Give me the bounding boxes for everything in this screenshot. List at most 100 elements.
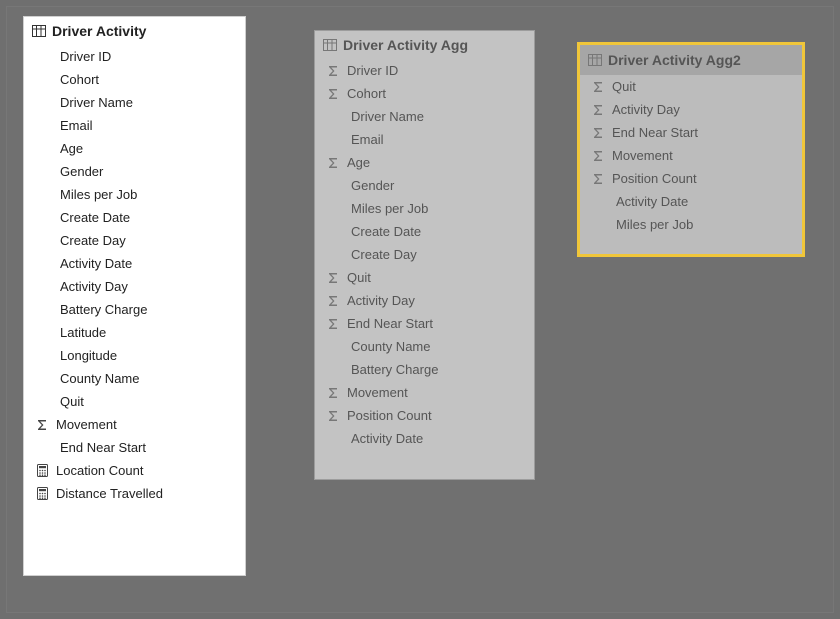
field-row[interactable]: Cohort: [24, 68, 245, 91]
field-row[interactable]: Latitude: [24, 321, 245, 344]
field-row[interactable]: Driver ID: [24, 45, 245, 68]
field-row[interactable]: Driver Name: [24, 91, 245, 114]
field-row[interactable]: Activity Day: [580, 98, 802, 121]
field-label: Quit: [343, 270, 371, 285]
field-label: Create Date: [343, 224, 421, 239]
field-label: Driver Name: [52, 95, 133, 110]
sigma-icon: [323, 272, 343, 284]
field-label: Activity Day: [343, 293, 415, 308]
field-row[interactable]: Movement: [315, 381, 534, 404]
field-row[interactable]: Movement: [24, 413, 245, 436]
field-label: Battery Charge: [343, 362, 438, 377]
field-row[interactable]: Location Count: [24, 459, 245, 482]
field-label: County Name: [52, 371, 139, 386]
field-row[interactable]: Position Count: [315, 404, 534, 427]
field-label: Quit: [608, 79, 636, 94]
field-row[interactable]: End Near Start: [580, 121, 802, 144]
field-row[interactable]: Battery Charge: [24, 298, 245, 321]
field-label: Activity Date: [343, 431, 423, 446]
table-header[interactable]: Driver Activity Agg: [315, 31, 534, 59]
field-row[interactable]: Email: [315, 128, 534, 151]
field-label: Quit: [52, 394, 84, 409]
field-label: Driver ID: [343, 63, 398, 78]
table-icon: [32, 25, 46, 37]
sigma-icon: [323, 410, 343, 422]
field-row[interactable]: Age: [24, 137, 245, 160]
field-row[interactable]: County Name: [24, 367, 245, 390]
field-row[interactable]: Movement: [580, 144, 802, 167]
table-title: Driver Activity Agg: [343, 37, 468, 53]
field-label: Position Count: [608, 171, 697, 186]
sigma-icon: [32, 419, 52, 431]
field-row[interactable]: Miles per Job: [315, 197, 534, 220]
sigma-icon: [588, 150, 608, 162]
field-label: Create Day: [52, 233, 126, 248]
sigma-icon: [588, 104, 608, 116]
field-row[interactable]: Age: [315, 151, 534, 174]
field-label: Miles per Job: [52, 187, 137, 202]
table-title: Driver Activity: [52, 23, 146, 39]
field-row[interactable]: Quit: [580, 75, 802, 98]
field-label: County Name: [343, 339, 430, 354]
field-label: Movement: [343, 385, 408, 400]
calculator-icon: [32, 464, 52, 477]
field-row[interactable]: Cohort: [315, 82, 534, 105]
field-label: Driver ID: [52, 49, 111, 64]
table-card[interactable]: Driver Activity Agg Driver ID Cohort Driv…: [314, 30, 535, 480]
table-icon: [323, 39, 337, 51]
field-row[interactable]: Gender: [315, 174, 534, 197]
sigma-icon: [323, 88, 343, 100]
field-row[interactable]: Position Count: [580, 167, 802, 190]
field-row[interactable]: Create Day: [315, 243, 534, 266]
field-row[interactable]: End Near Start: [24, 436, 245, 459]
table-card[interactable]: Driver Activity Agg2 Quit Activity Day E…: [577, 42, 805, 257]
field-row[interactable]: Activity Day: [315, 289, 534, 312]
field-row[interactable]: Longitude: [24, 344, 245, 367]
field-label: Miles per Job: [608, 217, 693, 232]
field-label: Age: [52, 141, 83, 156]
field-row[interactable]: Gender: [24, 160, 245, 183]
field-row[interactable]: Miles per Job: [24, 183, 245, 206]
field-row[interactable]: Activity Day: [24, 275, 245, 298]
field-row[interactable]: Activity Date: [24, 252, 245, 275]
field-label: Location Count: [52, 463, 143, 478]
field-label: Activity Day: [52, 279, 128, 294]
field-row[interactable]: End Near Start: [315, 312, 534, 335]
field-row[interactable]: Driver Name: [315, 105, 534, 128]
field-row[interactable]: Activity Date: [315, 427, 534, 450]
field-row[interactable]: Distance Travelled: [24, 482, 245, 505]
field-row[interactable]: Battery Charge: [315, 358, 534, 381]
field-label: Age: [343, 155, 370, 170]
field-label: End Near Start: [608, 125, 698, 140]
table-header[interactable]: Driver Activity Agg2: [580, 45, 802, 75]
field-label: Activity Day: [608, 102, 680, 117]
field-label: Miles per Job: [343, 201, 428, 216]
field-label: Gender: [343, 178, 394, 193]
field-row[interactable]: Quit: [24, 390, 245, 413]
field-label: Position Count: [343, 408, 432, 423]
field-label: Create Date: [52, 210, 130, 225]
table-header[interactable]: Driver Activity: [24, 17, 245, 45]
field-row[interactable]: Quit: [315, 266, 534, 289]
field-row[interactable]: County Name: [315, 335, 534, 358]
field-label: Latitude: [52, 325, 106, 340]
sigma-icon: [323, 387, 343, 399]
field-label: Movement: [52, 417, 117, 432]
sigma-icon: [588, 173, 608, 185]
field-label: Distance Travelled: [52, 486, 163, 501]
field-row[interactable]: Create Date: [315, 220, 534, 243]
field-row[interactable]: Driver ID: [315, 59, 534, 82]
field-row[interactable]: Create Date: [24, 206, 245, 229]
field-label: Activity Date: [608, 194, 688, 209]
field-label: Driver Name: [343, 109, 424, 124]
sigma-icon: [323, 157, 343, 169]
field-row[interactable]: Activity Date: [580, 190, 802, 213]
field-label: Email: [52, 118, 93, 133]
table-card[interactable]: Driver Activity Driver ID Cohort Driver Nam…: [23, 16, 246, 576]
field-row[interactable]: Miles per Job: [580, 213, 802, 236]
sigma-icon: [323, 318, 343, 330]
field-row[interactable]: Email: [24, 114, 245, 137]
table-title: Driver Activity Agg2: [608, 52, 741, 68]
field-row[interactable]: Create Day: [24, 229, 245, 252]
field-label: Battery Charge: [52, 302, 147, 317]
